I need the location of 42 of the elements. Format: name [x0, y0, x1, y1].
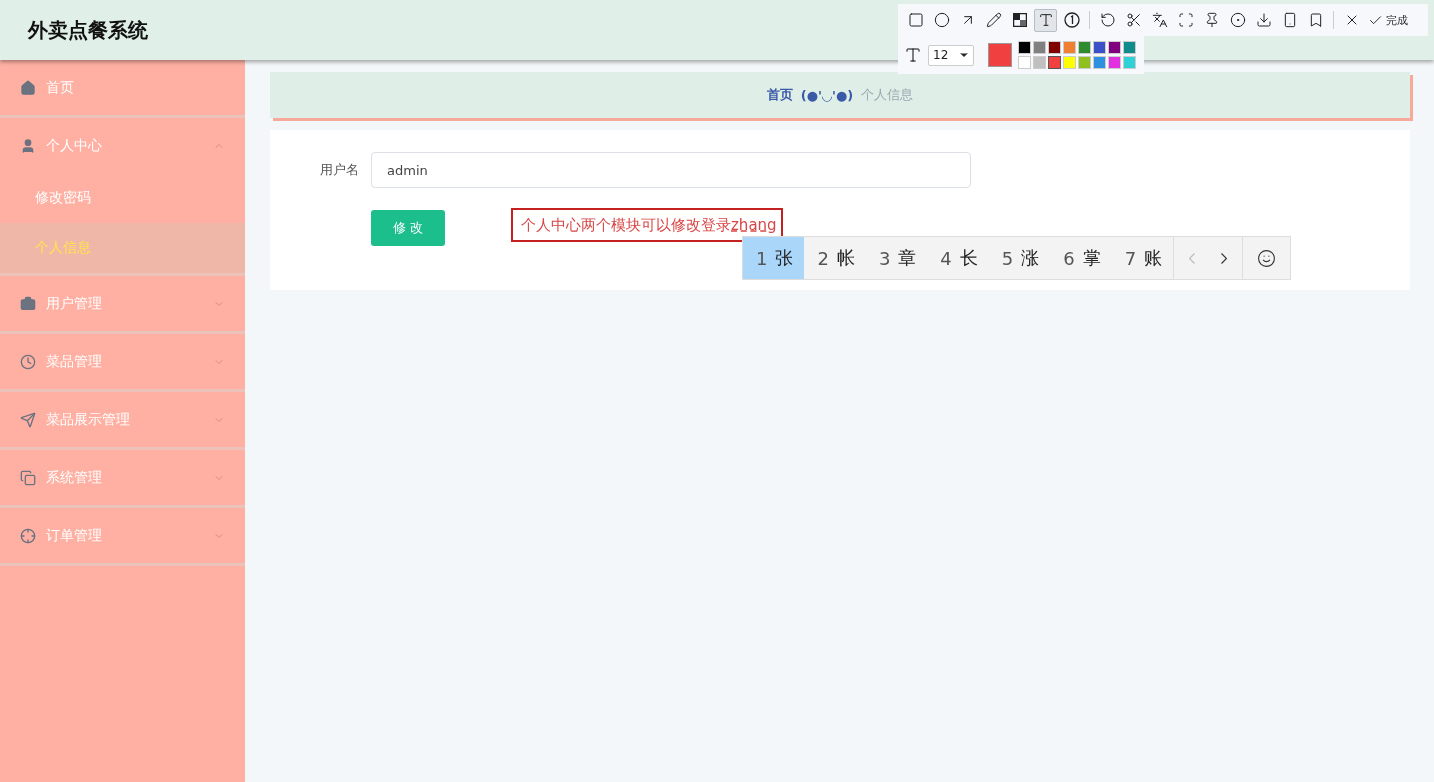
candidate-item[interactable]: 6 掌 — [1050, 237, 1112, 279]
done-button[interactable]: 完成 — [1366, 12, 1410, 28]
field-label: 用户名 — [319, 161, 359, 179]
download-icon — [1255, 12, 1272, 28]
candidate-item[interactable]: 3 章 — [865, 237, 928, 279]
menu-icon — [20, 295, 36, 312]
record-icon — [1229, 12, 1246, 28]
circle-icon — [933, 12, 950, 28]
candidate-item[interactable]: 7 账 — [1111, 237, 1174, 279]
chevron-right-icon — [1221, 252, 1228, 264]
scissors-icon — [1125, 12, 1142, 28]
smiley-icon — [1257, 248, 1277, 268]
scan-icon — [1177, 12, 1194, 28]
color-swatch[interactable] — [1048, 56, 1061, 69]
menu-icon — [20, 353, 36, 370]
menu-icon — [20, 527, 36, 544]
undo-icon — [1099, 12, 1116, 28]
candidate-item[interactable]: 4 长 — [927, 237, 989, 279]
current-color-swatch[interactable] — [988, 43, 1012, 67]
chevron-left-icon — [1189, 252, 1196, 264]
pencil-icon — [985, 12, 1002, 28]
annotation-text[interactable]: 个人中心两个模块可以修改登录zhang — [511, 208, 783, 242]
candidate-item[interactable]: 1 张 — [743, 237, 805, 279]
square-icon — [907, 12, 924, 28]
candidate-item[interactable]: 5 涨 — [988, 237, 1051, 279]
font-size-select[interactable]: 12 — [928, 44, 974, 66]
mosaic-icon — [1012, 13, 1027, 27]
input-field[interactable]: admin — [371, 152, 971, 188]
letter-icon — [904, 46, 922, 64]
numbered-circle-icon — [1063, 12, 1080, 28]
menu-icon — [20, 411, 36, 428]
candidate-item[interactable]: 2 帐 — [804, 237, 866, 279]
translate-icon — [1151, 12, 1168, 28]
menu-icon — [20, 79, 36, 96]
letter-icon — [1037, 12, 1054, 28]
breadcrumb-separator: (●'◡'●) — [800, 87, 854, 103]
breadcrumb-current: 个人信息 — [861, 86, 914, 104]
letter-tool[interactable] — [1034, 8, 1057, 32]
menu-icon — [20, 469, 36, 486]
menu-icon — [20, 137, 36, 154]
breadcrumb-link[interactable]: 首页 — [766, 86, 793, 104]
app-title: 外卖点餐系统 — [28, 16, 148, 44]
